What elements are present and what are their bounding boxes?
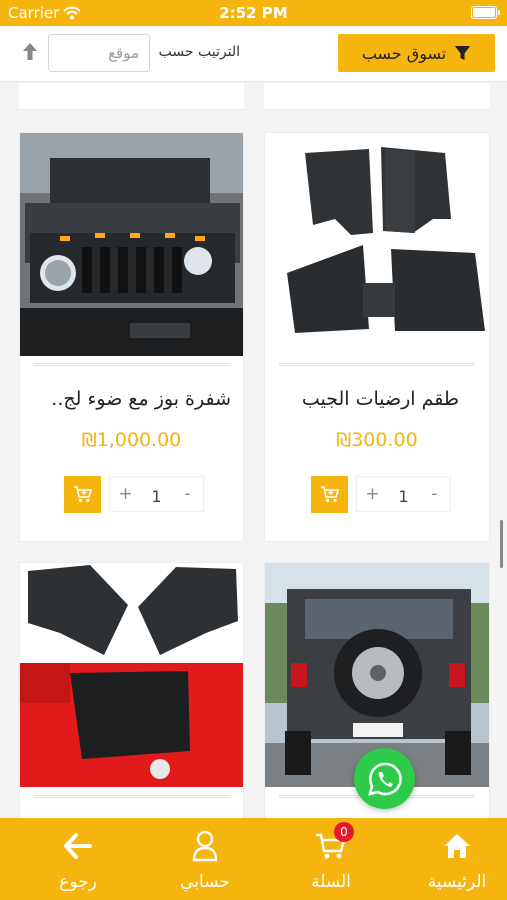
quantity-value: 1 <box>398 486 409 506</box>
nav-cart[interactable]: السلة <box>281 818 381 900</box>
card-divider <box>34 363 229 366</box>
cart-icon <box>320 486 339 503</box>
whatsapp-button[interactable] <box>354 748 415 809</box>
product-image[interactable] <box>20 133 243 356</box>
battery-icon <box>471 6 500 19</box>
sort-direction-icon[interactable] <box>20 40 40 64</box>
filter-button-label: تسوق حسب <box>361 43 447 63</box>
product-price: ₪1,000.00 <box>81 429 182 451</box>
add-to-cart-button[interactable] <box>311 475 348 513</box>
product-title[interactable]: شفرة بوز مع ضوء لج.. <box>28 388 231 410</box>
nav-home[interactable]: الرئيسية <box>407 818 507 900</box>
cart-icon <box>73 486 92 503</box>
product-image[interactable] <box>265 133 489 356</box>
product-card[interactable]: شفرة بوز مع ضوء لج.. ₪1,000.00 + 1 - <box>19 132 244 542</box>
status-bar: Carrier 2:52 PM <box>0 0 507 26</box>
decrease-quantity-button[interactable]: - <box>172 484 203 504</box>
sort-input[interactable] <box>48 34 150 72</box>
quantity-row: + 1 - <box>311 475 451 513</box>
sort-filter-toolbar: الترتيب حسب تسوق حسب <box>0 26 507 82</box>
increase-quantity-button[interactable]: + <box>357 484 388 504</box>
card-divider <box>34 795 229 798</box>
product-card-partial[interactable] <box>264 83 490 110</box>
home-icon <box>437 830 477 862</box>
product-title[interactable]: طقم ارضيات الجيب <box>273 388 459 410</box>
quantity-stepper[interactable]: + 1 - <box>109 476 204 512</box>
product-price: ₪300.00 <box>336 429 418 451</box>
nav-account-label: حسابي <box>180 872 230 892</box>
quantity-row: + 1 - <box>64 475 204 513</box>
product-image[interactable] <box>20 563 243 787</box>
nav-account[interactable]: حسابي <box>155 818 255 900</box>
sort-label: الترتيب حسب <box>158 44 240 60</box>
add-to-cart-button[interactable] <box>64 475 101 513</box>
scroll-indicator[interactable] <box>500 520 503 568</box>
card-divider <box>279 363 475 366</box>
filter-icon <box>455 45 471 60</box>
bottom-navigation: رجوع حسابي السلة الرئيسية <box>0 818 507 900</box>
whatsapp-icon <box>367 762 402 796</box>
nav-back[interactable]: رجوع <box>28 818 128 900</box>
quantity-value: 1 <box>151 486 162 506</box>
shop-by-filter-button[interactable]: تسوق حسب <box>338 34 495 72</box>
nav-cart-label: السلة <box>311 872 351 892</box>
user-icon <box>185 830 225 862</box>
product-card[interactable]: طقم ارضيات الجيب ₪300.00 + 1 - <box>264 132 490 542</box>
decrease-quantity-button[interactable]: - <box>419 484 450 504</box>
quantity-stepper[interactable]: + 1 - <box>356 476 451 512</box>
nav-back-label: رجوع <box>59 872 97 892</box>
back-arrow-icon <box>58 830 98 862</box>
status-time: 2:52 PM <box>219 4 288 22</box>
nav-home-label: الرئيسية <box>427 872 487 892</box>
increase-quantity-button[interactable]: + <box>110 484 141 504</box>
product-card-partial[interactable] <box>19 83 244 110</box>
product-card[interactable] <box>19 562 244 832</box>
cart-count-badge: 0 <box>334 822 354 842</box>
